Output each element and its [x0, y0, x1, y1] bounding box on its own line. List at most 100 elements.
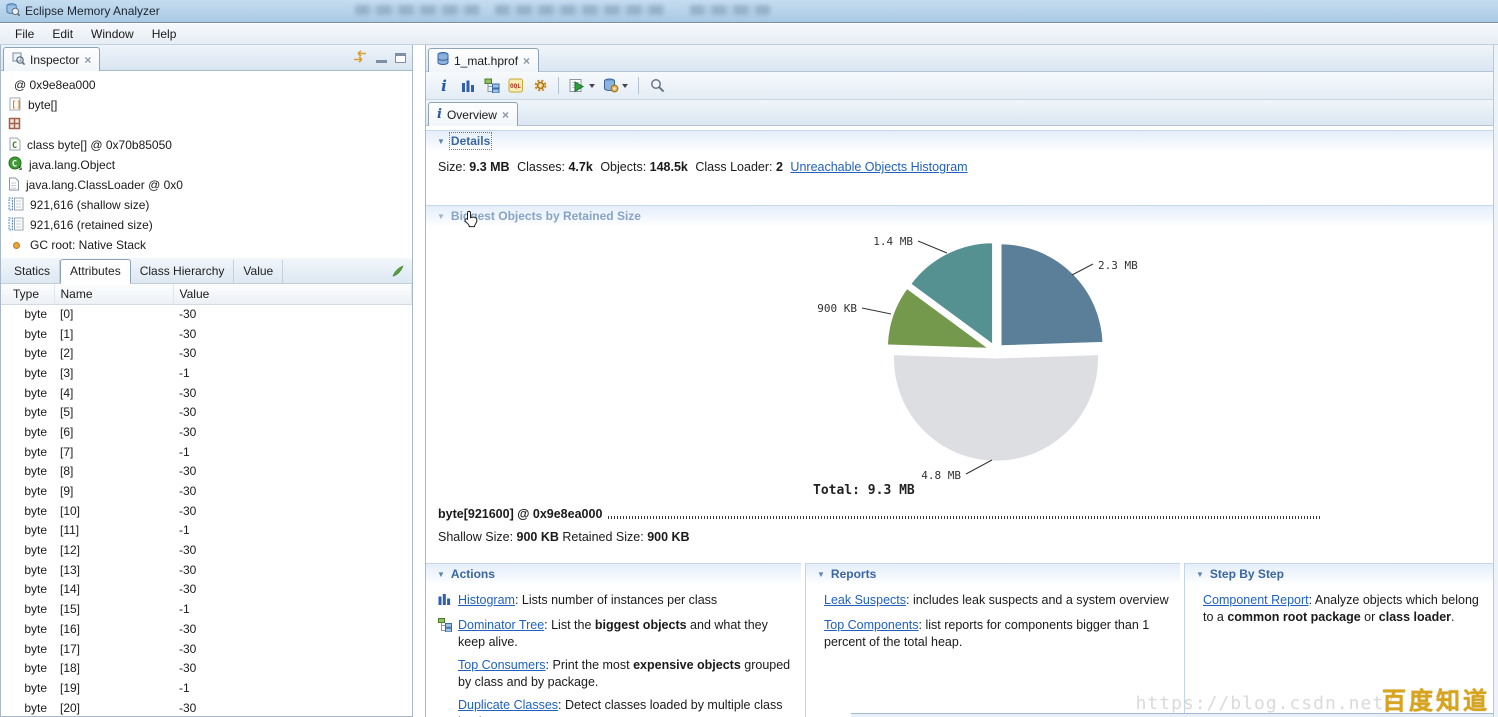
tab-hprof[interactable]: 1_mat.hprof × [428, 48, 539, 72]
table-row[interactable]: byte[10]-30 [1, 501, 412, 521]
table-row[interactable]: byte[18]-30 [1, 658, 412, 678]
classloader-label: Class Loader: [695, 160, 772, 174]
table-row[interactable]: byte[4]-30 [1, 383, 412, 403]
table-row[interactable]: byte[7]-1 [1, 442, 412, 462]
list-item[interactable]: @ 0x9e8ea000 [1, 75, 412, 95]
component-report-link[interactable]: Component Report [1203, 593, 1309, 607]
watermark-url: https://blog.csdn.net/ [1136, 693, 1396, 714]
menu-help[interactable]: Help [143, 25, 186, 43]
table-row[interactable]: byte[13]-30 [1, 560, 412, 580]
tab-value[interactable]: Value [234, 260, 283, 283]
object-address: @ 0x9e8ea000 [14, 78, 96, 92]
step-item-component-report: Component Report: Analyze objects which … [1203, 592, 1483, 626]
histogram-link[interactable]: Histogram [458, 593, 515, 607]
maximize-view-button[interactable] [395, 53, 406, 63]
list-item[interactable]: java.lang.ClassLoader @ 0x0 [1, 175, 412, 195]
close-icon[interactable]: × [84, 55, 91, 65]
actions-header-label: Actions [451, 567, 495, 581]
list-item[interactable]: C class byte[] @ 0x70b85050 [1, 135, 412, 155]
table-cell: [14] [54, 580, 173, 600]
tab-overview[interactable]: i Overview × [428, 102, 518, 126]
selected-object-title[interactable]: byte[921600] @ 0x9e8ea000 [438, 507, 602, 521]
list-item[interactable]: 921,616 (retained size) [1, 215, 412, 235]
minimize-view-button[interactable] [376, 59, 387, 63]
overview-info-button[interactable]: i [434, 75, 454, 97]
table-cell: [11] [54, 521, 173, 541]
list-item[interactable] [1, 115, 412, 135]
list-item[interactable]: [] byte[] [1, 95, 412, 115]
pin-icon[interactable] [392, 265, 404, 280]
pie-slice-2-3-MB[interactable] [1001, 243, 1104, 346]
list-item[interactable]: Cs java.lang.Object [1, 155, 412, 175]
table-row[interactable]: byte[1]-30 [1, 324, 412, 344]
tab-attributes[interactable]: Attributes [60, 259, 131, 284]
oql-button[interactable]: OQL [506, 75, 526, 97]
actions-section-header[interactable]: ▼Actions [426, 563, 801, 584]
table-row[interactable]: byte[16]-30 [1, 619, 412, 639]
table-cell: -30 [173, 324, 412, 344]
info-icon: i [437, 107, 442, 122]
table-cell: -30 [173, 304, 412, 324]
action-desc-bold: expensive objects [633, 658, 741, 672]
column-value[interactable]: Value [173, 284, 412, 304]
list-item[interactable]: 921,616 (shallow size) [1, 195, 412, 215]
close-icon[interactable]: × [502, 110, 509, 120]
action-item-top-consumers: Top Consumers: Print the most expensive … [438, 657, 791, 691]
reports-section-header[interactable]: ▼Reports [806, 563, 1180, 584]
list-item[interactable]: GC root: Native Stack [1, 235, 412, 255]
table-cell: -1 [173, 678, 412, 698]
dominator-tree-link[interactable]: Dominator Tree [458, 618, 544, 632]
unreachable-objects-link[interactable]: Unreachable Objects Histogram [790, 160, 967, 174]
table-cell: [13] [54, 560, 173, 580]
menu-window[interactable]: Window [82, 25, 143, 43]
table-cell: byte [1, 678, 54, 698]
inspector-summary-list: @ 0x9e8ea000 [] byte[] C class byte[] @ … [1, 71, 412, 255]
details-section-header[interactable]: ▼ Details [426, 130, 1493, 151]
table-row[interactable]: byte[17]-30 [1, 639, 412, 659]
column-name[interactable]: Name [54, 284, 173, 304]
tab-statics[interactable]: Statics [5, 260, 60, 283]
customize-gear-button[interactable] [530, 75, 550, 97]
link-with-editor-icon[interactable] [352, 50, 368, 66]
column-type[interactable]: Type [1, 284, 54, 304]
menu-file[interactable]: File [6, 25, 43, 43]
table-row[interactable]: byte[15]-1 [1, 599, 412, 619]
heap-dump-settings-button[interactable] [601, 75, 630, 97]
table-row[interactable]: byte[6]-30 [1, 422, 412, 442]
leak-suspects-link[interactable]: Leak Suspects [824, 593, 906, 607]
table-row[interactable]: byte[3]-1 [1, 363, 412, 383]
top-components-link[interactable]: Top Components [824, 618, 919, 632]
run-expert-system-button[interactable] [567, 75, 597, 97]
pie-slice-4-8-MB[interactable] [893, 354, 1099, 462]
top-consumers-link[interactable]: Top Consumers [458, 658, 546, 672]
search-button[interactable] [647, 75, 667, 97]
inspector-icon [12, 52, 25, 68]
histogram-button[interactable] [458, 75, 478, 97]
step-by-step-section-header[interactable]: ▼Step By Step [1185, 563, 1493, 584]
table-row[interactable]: byte[19]-1 [1, 678, 412, 698]
table-row[interactable]: byte[5]-30 [1, 402, 412, 422]
table-cell: [4] [54, 383, 173, 403]
close-icon[interactable]: × [523, 56, 530, 66]
biggest-objects-section-header[interactable]: ▼ Biggest Objects by Retained Size [426, 205, 1493, 226]
table-cell: [18] [54, 658, 173, 678]
dominator-tree-button[interactable] [482, 75, 502, 97]
shallow-size-label: 921,616 (shallow size) [30, 198, 149, 212]
pie-chart-svg: 2.3 MB4.8 MB900 KB1.4 MBTotal: 9.3 MB [426, 228, 1493, 500]
table-row[interactable]: byte[2]-30 [1, 343, 412, 363]
tab-inspector[interactable]: Inspector × [3, 47, 100, 71]
table-row[interactable]: byte[20]-30 [1, 698, 412, 716]
tab-class-hierarchy[interactable]: Class Hierarchy [131, 260, 235, 283]
menu-edit[interactable]: Edit [43, 25, 82, 43]
duplicate-classes-link[interactable]: Duplicate Classes [458, 698, 558, 712]
array-icon: [] [8, 97, 22, 114]
table-row[interactable]: byte[0]-30 [1, 304, 412, 324]
table-row[interactable]: byte[14]-30 [1, 580, 412, 600]
table-cell: byte [1, 619, 54, 639]
table-row[interactable]: byte[9]-30 [1, 481, 412, 501]
table-row[interactable]: byte[11]-1 [1, 521, 412, 541]
table-cell: -30 [173, 383, 412, 403]
svg-text:s: s [19, 164, 23, 171]
table-row[interactable]: byte[12]-30 [1, 540, 412, 560]
table-row[interactable]: byte[8]-30 [1, 462, 412, 482]
